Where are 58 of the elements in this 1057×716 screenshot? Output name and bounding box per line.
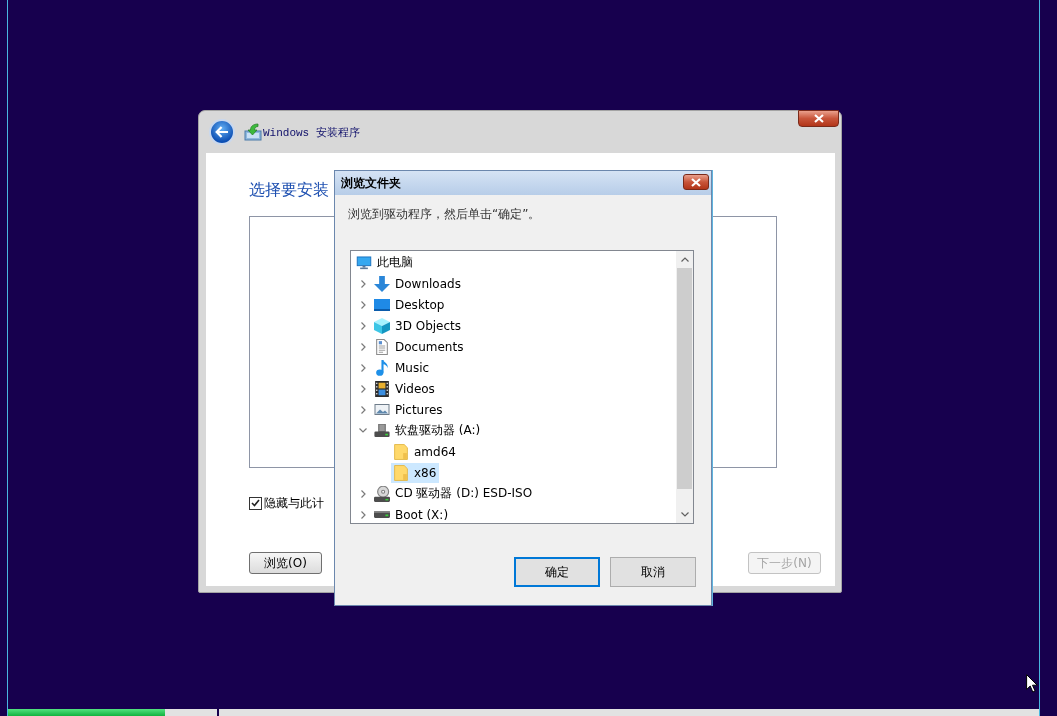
ok-button[interactable]: 确定 (514, 557, 600, 587)
drive-icon (374, 424, 390, 437)
chevron-right-icon[interactable] (360, 321, 366, 330)
tree-item[interactable]: x86 (391, 462, 440, 483)
cd-drive-icon (374, 485, 390, 502)
chevron-up-icon[interactable] (680, 257, 689, 262)
chevron-down-icon[interactable] (359, 428, 367, 433)
monitor-icon (356, 255, 372, 270)
close-button[interactable] (798, 110, 839, 127)
tree-item[interactable]: 此电脑 (354, 252, 416, 273)
dialog-title: 浏览文件夹 (341, 174, 401, 192)
music-note-icon (374, 359, 390, 376)
page-heading: 选择要安装 (249, 180, 329, 200)
instruction-text: 浏览到驱动程序，然后单击“确定”。 (348, 207, 542, 221)
tree-item[interactable]: Desktop (372, 294, 448, 315)
tree-item[interactable]: Downloads (372, 273, 464, 294)
chevron-down-icon[interactable] (680, 512, 689, 517)
browse-button[interactable]: 浏览(O) (249, 552, 322, 574)
tree-item[interactable]: Pictures (372, 399, 446, 420)
tree-item[interactable]: CD 驱动器 (D:) ESD-ISO (372, 483, 536, 504)
down-arrow-icon (374, 275, 390, 292)
tree-item[interactable]: Music (372, 357, 433, 378)
tree-item[interactable]: 软盘驱动器 (A:) (372, 420, 484, 441)
close-button[interactable] (683, 174, 709, 190)
arrow-left-icon (215, 126, 229, 138)
close-icon (691, 177, 701, 187)
chevron-right-icon[interactable] (360, 510, 366, 519)
folder-icon (393, 443, 409, 460)
chevron-right-icon[interactable] (360, 405, 366, 414)
close-icon (813, 114, 824, 123)
desktop-icon (374, 298, 390, 311)
tree-item[interactable]: Documents (372, 336, 467, 357)
back-button[interactable] (209, 119, 235, 145)
drive-icon (374, 511, 390, 518)
scrollbar[interactable] (676, 251, 693, 523)
checkbox-label: 隐藏与此计 (264, 496, 324, 510)
install-icon (244, 123, 262, 141)
document-icon (374, 338, 390, 355)
chevron-right-icon[interactable] (360, 342, 366, 351)
tree-item[interactable]: Videos (372, 378, 438, 399)
folder-icon (393, 464, 409, 481)
chevron-right-icon[interactable] (360, 279, 366, 288)
chevron-right-icon[interactable] (360, 363, 366, 372)
cube-icon (374, 317, 390, 334)
chevron-right-icon[interactable] (360, 489, 366, 498)
chevron-right-icon[interactable] (360, 384, 366, 393)
cursor-icon (1026, 674, 1038, 693)
cancel-button[interactable]: 取消 (610, 557, 696, 587)
checkbox[interactable] (249, 496, 262, 510)
scrollbar-thumb[interactable] (677, 268, 692, 489)
tree-item[interactable]: 3D Objects (372, 315, 465, 336)
checkmark-icon (251, 499, 260, 507)
picture-icon (374, 404, 390, 415)
tree-item[interactable]: amd64 (391, 441, 459, 462)
tree-item[interactable]: Boot (X:) (372, 504, 452, 523)
film-icon (374, 380, 390, 397)
chevron-right-icon[interactable] (360, 300, 366, 309)
window-title: Windows 安装程序 (263, 125, 360, 140)
